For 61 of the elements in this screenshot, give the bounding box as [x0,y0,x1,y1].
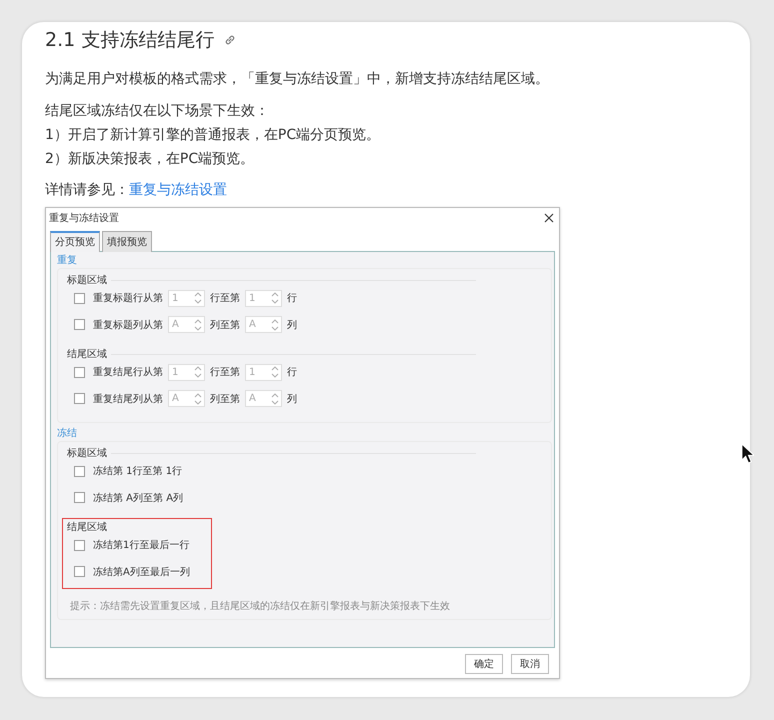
section-title: 标题区域 [67,446,107,460]
checkbox[interactable] [74,466,85,476]
spinner-arrows-icon[interactable] [271,291,279,305]
option-label: 重复标题列从第 [93,318,163,332]
spinner-field[interactable]: A [245,316,282,333]
spinner-field[interactable]: A [245,390,282,407]
option-label: 行至第 [210,366,240,379]
hint-text: 提示：冻结需先设置重复区域，且结尾区域的冻结仅在新引擎报表与新决策报表下生效 [69,600,451,613]
section-heading: 2.1 支持冻结结尾行 [45,28,214,53]
option-label: 冻结第1行至最后一行 [93,538,190,552]
option-label: 行 [287,366,297,379]
spinner-arrows-icon[interactable] [194,291,202,305]
spinner-field[interactable]: A [168,390,205,407]
option-label: 重复标题行从第 [93,292,163,305]
link-icon[interactable] [224,34,236,46]
checkbox[interactable] [74,319,85,330]
checkbox[interactable] [74,393,85,404]
close-icon[interactable] [544,213,554,223]
option-label: 列 [287,318,297,332]
spinner-arrows-icon[interactable] [194,318,202,332]
dialog-button[interactable]: 取消 [511,654,549,674]
checkbox[interactable] [74,292,85,304]
checkbox[interactable] [74,366,85,378]
spinner-arrows-icon[interactable] [194,392,202,406]
option-label: 行至第 [210,292,240,305]
tab[interactable]: 填报预览 [102,231,152,252]
condition-item: 1）开启了新计算引擎的普通报表，在PC端分页预览。 [45,126,382,145]
spinner-arrows-icon[interactable] [194,365,202,379]
checkbox[interactable] [74,566,85,577]
group-legend: 重复 [57,254,552,268]
spinner-arrows-icon[interactable] [271,365,279,379]
see-also-label: 详情请参见： [45,182,129,198]
spinner-field[interactable]: 1 [168,364,205,380]
option-label: 重复结尾行从第 [93,366,163,379]
checkbox[interactable] [74,540,85,550]
option-label: 冻结第 A列至第 A列 [93,492,184,504]
spinner-arrows-icon[interactable] [271,392,279,406]
dialog-title: 重复与冻结设置 [49,212,119,225]
option-label: 行 [287,292,297,305]
conditions-title: 结尾区域冻结仅在以下场景下生效： [45,102,270,121]
checkbox[interactable] [74,492,85,503]
spinner-field[interactable]: 1 [245,364,282,380]
tab[interactable]: 分页预览 [50,231,100,252]
intro-paragraph: 为满足用户对模板的格式需求，「重复与冻结设置」中，新增支持冻结结尾区域。 [45,70,550,89]
option-label: 列 [287,392,297,406]
spinner-field[interactable]: A [168,316,205,333]
section-title: 结尾区域 [67,348,107,361]
option-label: 冻结第A列至最后一列 [93,566,190,578]
option-label: 冻结第 1行至第 1行 [93,464,182,478]
settings-link[interactable]: 重复与冻结设置 [129,182,227,198]
group-legend: 冻结 [57,427,552,441]
option-label: 列至第 [210,392,240,406]
dialog-button[interactable]: 确定 [465,654,503,674]
spinner-field[interactable]: 1 [168,290,205,306]
option-label: 重复结尾列从第 [93,392,163,406]
condition-item: 2）新版决策报表，在PC端预览。 [45,150,256,169]
option-label: 列至第 [210,318,240,332]
section-title: 标题区域 [67,274,107,287]
spinner-field[interactable]: 1 [245,290,282,306]
section-title: 结尾区域 [67,520,107,534]
spinner-arrows-icon[interactable] [271,318,279,332]
